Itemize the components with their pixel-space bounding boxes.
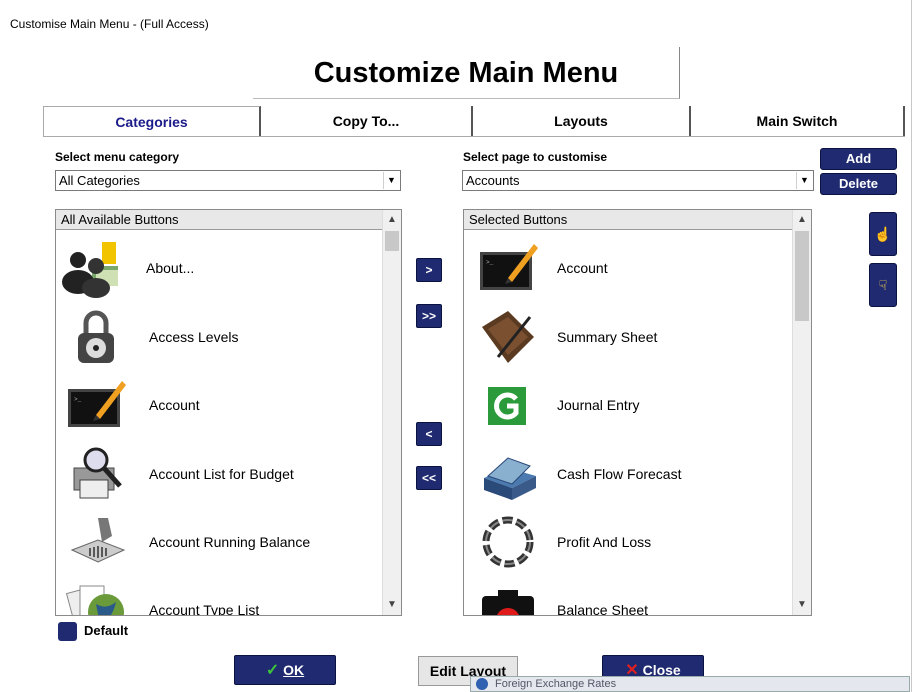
item-label: Account Type List bbox=[149, 602, 260, 616]
item-label: Cash Flow Forecast bbox=[557, 466, 682, 482]
hand-up-icon: ☝ bbox=[874, 226, 892, 242]
list-item[interactable]: Profit And Loss bbox=[464, 508, 793, 576]
padlock-icon bbox=[78, 310, 114, 363]
item-label: Balance Sheet bbox=[557, 602, 649, 616]
selected-buttons-list[interactable]: Selected Buttons >_ Account Summary Shee… bbox=[463, 209, 812, 616]
right-list-scrollbar[interactable]: ▲ ▼ bbox=[792, 210, 811, 615]
svg-text:>_: >_ bbox=[74, 396, 82, 403]
list-item[interactable]: Summary Sheet bbox=[464, 303, 793, 371]
page-select[interactable]: Accounts ▼ bbox=[462, 170, 814, 191]
move-right-button[interactable]: > bbox=[416, 258, 442, 282]
printer-magnifier-icon bbox=[73, 447, 122, 499]
list-item[interactable]: About... bbox=[56, 234, 383, 302]
page-title: Customize Main Menu bbox=[313, 57, 619, 89]
app-icon bbox=[476, 678, 488, 690]
item-label: Account Running Balance bbox=[149, 534, 311, 550]
background-window-titlebar[interactable]: Foreign Exchange Rates bbox=[470, 676, 910, 692]
ok-button[interactable]: ✓ OK bbox=[234, 655, 336, 685]
book-pen-icon bbox=[482, 311, 534, 363]
list-item[interactable]: Account List for Budget bbox=[56, 440, 383, 508]
scroll-up-icon[interactable]: ▲ bbox=[793, 211, 811, 229]
monitor-pencil-icon: >_ bbox=[68, 381, 126, 427]
tab-main-switch[interactable]: Main Switch bbox=[691, 106, 905, 136]
add-button[interactable]: Add bbox=[820, 148, 897, 170]
list-item[interactable]: >_ Account bbox=[56, 371, 383, 439]
list-item[interactable]: Account Running Balance bbox=[56, 508, 383, 576]
list-item[interactable]: Cash Flow Forecast bbox=[464, 440, 793, 508]
default-checkbox-label: Default bbox=[84, 623, 129, 638]
users-icon bbox=[62, 242, 118, 298]
customise-main-menu-window: Customise Main Menu - (Full Access) Cust… bbox=[0, 0, 912, 692]
delete-button[interactable]: Delete bbox=[820, 173, 897, 195]
background-window-title: Foreign Exchange Rates bbox=[495, 678, 617, 690]
move-all-left-button[interactable]: << bbox=[416, 466, 442, 490]
move-up-button[interactable]: ☝ bbox=[869, 212, 897, 256]
move-all-right-button[interactable]: >> bbox=[416, 304, 442, 328]
available-buttons-list[interactable]: All Available Buttons About... Access Le… bbox=[55, 209, 402, 616]
monitor-pencil-icon: >_ bbox=[480, 244, 538, 290]
move-left-button[interactable]: < bbox=[416, 422, 442, 446]
record-button-icon bbox=[482, 590, 534, 615]
list-item[interactable]: Account Type List bbox=[56, 576, 383, 616]
menu-category-select[interactable]: All Categories ▼ bbox=[55, 170, 401, 191]
list-item[interactable]: Journal Entry bbox=[464, 371, 793, 439]
selected-buttons-header: Selected Buttons bbox=[464, 210, 793, 230]
item-label: About... bbox=[146, 260, 195, 276]
item-label: Account List for Budget bbox=[149, 466, 294, 482]
cash-box-icon bbox=[484, 457, 536, 500]
select-page-label: Select page to customise bbox=[463, 150, 608, 164]
barcode-scanner-icon bbox=[70, 518, 126, 563]
hand-down-icon: ☟ bbox=[878, 277, 888, 293]
globe-papers-icon bbox=[66, 585, 124, 615]
menu-category-value: All Categories bbox=[59, 173, 140, 188]
default-checkbox[interactable] bbox=[58, 622, 77, 641]
dropdown-arrow-icon[interactable]: ▼ bbox=[796, 172, 812, 189]
svg-text:>_: >_ bbox=[486, 259, 494, 266]
green-g-icon bbox=[488, 387, 526, 425]
select-menu-category-label: Select menu category bbox=[55, 150, 180, 164]
available-buttons-header: All Available Buttons bbox=[56, 210, 383, 230]
tab-copy-to[interactable]: Copy To... bbox=[261, 106, 473, 136]
item-label: Account bbox=[557, 260, 608, 276]
left-list-scrollbar[interactable]: ▲ ▼ bbox=[382, 210, 401, 615]
tab-bar: Categories Copy To... Layouts Main Switc… bbox=[43, 106, 905, 136]
item-label: Summary Sheet bbox=[557, 329, 658, 345]
scroll-up-icon[interactable]: ▲ bbox=[383, 211, 401, 229]
scroll-thumb[interactable] bbox=[385, 231, 399, 251]
move-down-button[interactable]: ☟ bbox=[869, 263, 897, 307]
tab-categories[interactable]: Categories bbox=[43, 106, 261, 136]
list-item[interactable]: Balance Sheet bbox=[464, 576, 793, 616]
tab-layouts[interactable]: Layouts bbox=[473, 106, 691, 136]
list-item[interactable]: Access Levels bbox=[56, 303, 383, 371]
window-title: Customise Main Menu - (Full Access) bbox=[10, 17, 209, 31]
item-label: Profit And Loss bbox=[557, 534, 652, 550]
list-item[interactable]: >_ Account bbox=[464, 234, 793, 302]
dropdown-arrow-icon[interactable]: ▼ bbox=[383, 172, 399, 189]
page-select-value: Accounts bbox=[466, 173, 520, 188]
scroll-down-icon[interactable]: ▼ bbox=[383, 596, 401, 614]
checkmark-icon: ✓ bbox=[265, 662, 280, 679]
item-label: Account bbox=[149, 397, 200, 413]
main-title-box: Customize Main Menu bbox=[253, 47, 680, 99]
scroll-thumb[interactable] bbox=[795, 231, 809, 321]
item-label: Journal Entry bbox=[557, 397, 640, 413]
ok-label: OK bbox=[283, 662, 305, 678]
item-label: Access Levels bbox=[149, 329, 239, 345]
chain-icon bbox=[482, 516, 534, 568]
scroll-down-icon[interactable]: ▼ bbox=[793, 596, 811, 614]
